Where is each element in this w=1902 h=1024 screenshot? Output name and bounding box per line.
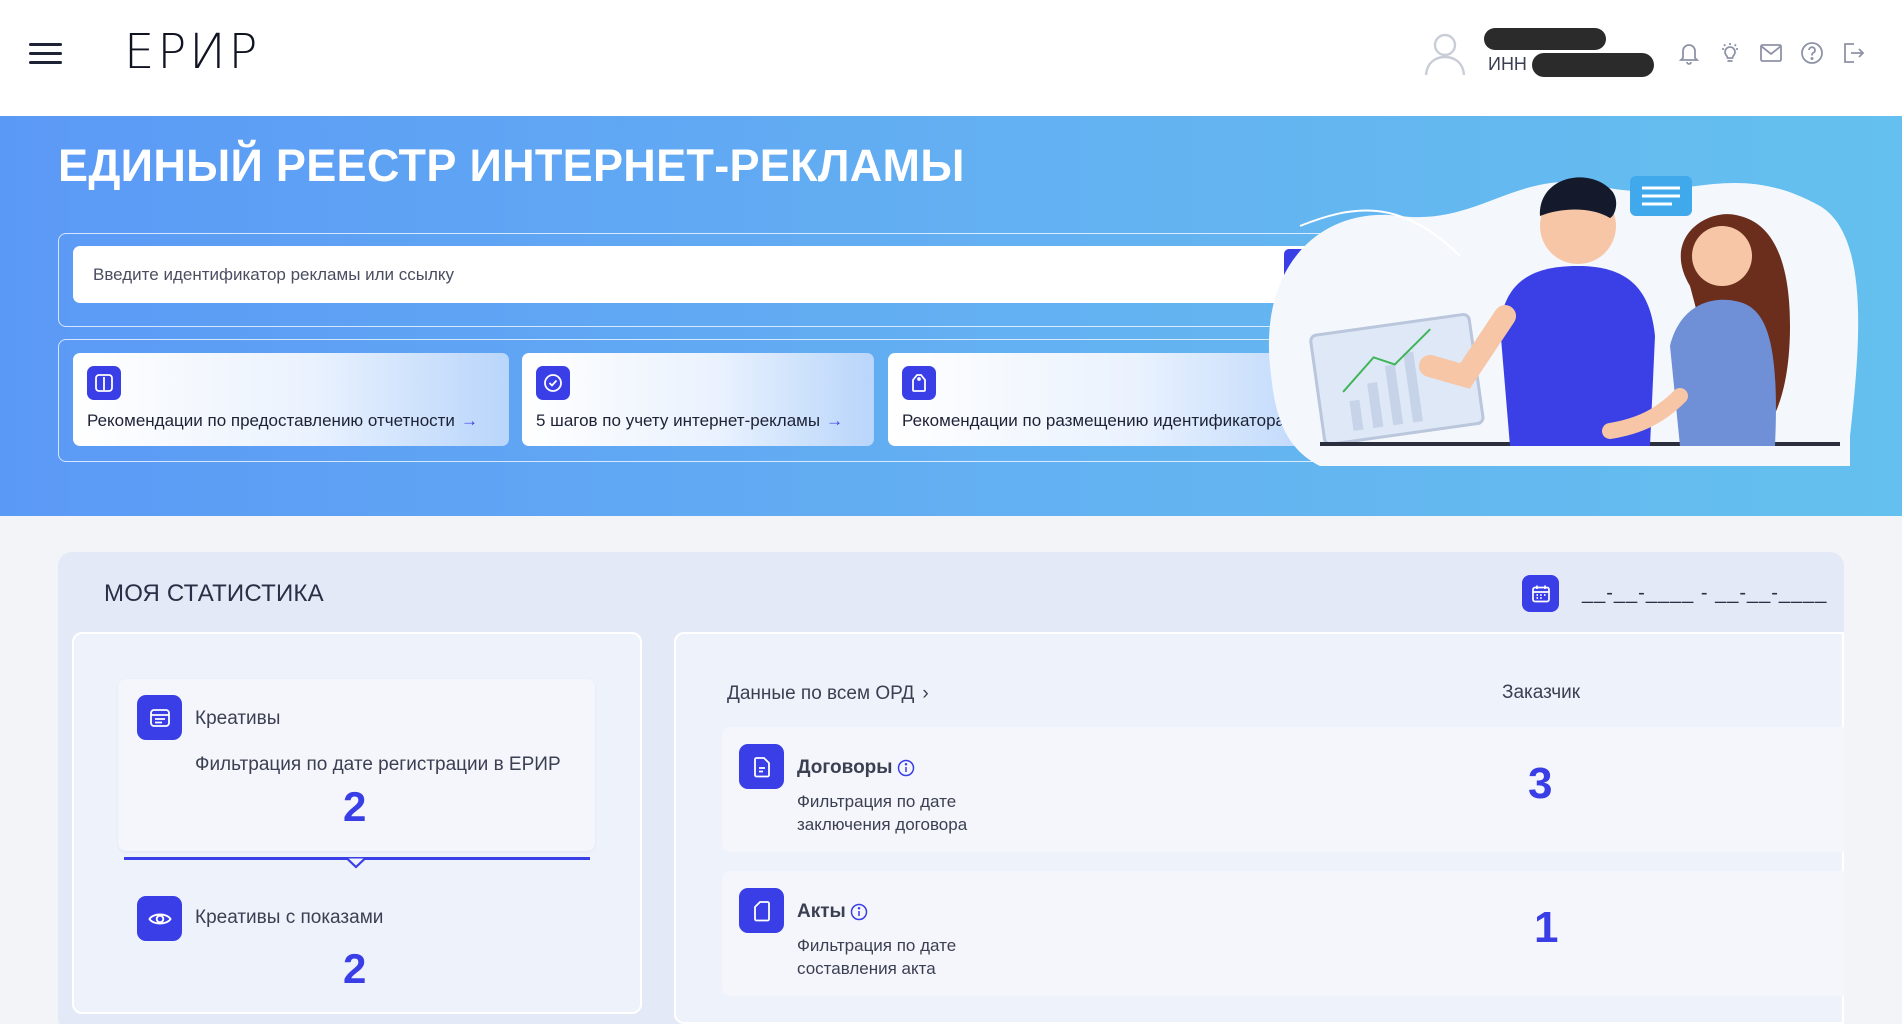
mail-icon[interactable] — [1758, 40, 1784, 66]
bell-icon[interactable] — [1676, 40, 1702, 66]
calendar-icon — [1531, 585, 1550, 602]
acts-row[interactable]: Акты Фильтрация по дате составления акта… — [722, 871, 1844, 996]
inn-value-redacted — [1532, 53, 1654, 77]
tag-icon — [902, 366, 936, 400]
header-actions — [1676, 40, 1866, 66]
contracts-title: Договоры — [797, 757, 915, 779]
all-ord-link[interactable]: Данные по всем ОРД › — [727, 683, 929, 705]
selected-notch — [347, 857, 365, 869]
check-circle-icon — [536, 366, 570, 400]
acts-count: 1 — [1534, 903, 1559, 952]
browser-window-icon — [137, 695, 182, 740]
date-picker-button[interactable] — [1522, 575, 1559, 612]
arrow-right-icon: → — [460, 411, 478, 430]
creatives-shown-label[interactable]: Креативы с показами — [195, 907, 383, 929]
creatives-shown-count: 2 — [343, 945, 367, 992]
search-box — [73, 246, 1330, 303]
creatives-card[interactable]: Креативы Фильтрация по дате регистрации … — [118, 679, 595, 851]
contracts-row[interactable]: Договоры Фильтрация по дате заключения д… — [722, 727, 1844, 852]
statistics-title: МОЯ СТАТИСТИКА — [104, 580, 324, 607]
date-range-input[interactable]: __-__-____ - __-__-____ — [1582, 582, 1827, 605]
eye-icon — [137, 896, 182, 941]
acts-title: Акты — [797, 901, 868, 923]
creatives-count: 2 — [343, 783, 367, 830]
logo[interactable]: ЕРИР — [124, 27, 260, 77]
link-card-five-steps[interactable]: 5 шагов по учету интернет-рекламы → — [522, 353, 874, 446]
contracts-filter: Фильтрация по дате заключения договора — [797, 792, 968, 834]
link-card-reporting[interactable]: Рекомендации по предоставлению отчетност… — [73, 353, 509, 446]
contracts-count: 3 — [1528, 759, 1553, 808]
acts-filter: Фильтрация по дате составления акта — [797, 936, 957, 978]
document-icon — [739, 744, 784, 789]
link-label: 5 шагов по учету интернет-рекламы → — [536, 411, 844, 430]
top-bar: ЕРИР ИНН — [0, 0, 1902, 116]
link-label: Рекомендации по размещению идентификатор… — [902, 411, 1308, 431]
inn-label: ИНН — [1488, 54, 1527, 74]
customer-column-header: Заказчик — [1502, 682, 1581, 703]
creatives-filter: Фильтрация по дате регистрации в ЕРИР — [195, 754, 561, 775]
page-title: ЕДИНЫЙ РЕЕСТР ИНТЕРНЕТ-РЕКЛАМЫ — [58, 140, 965, 191]
user-avatar-icon[interactable] — [1420, 28, 1470, 78]
info-icon[interactable] — [850, 903, 868, 921]
file-icon — [739, 888, 784, 933]
user-name-redacted — [1484, 28, 1606, 50]
menu-icon[interactable] — [29, 43, 62, 64]
creatives-label: Креативы — [195, 708, 281, 729]
hero-banner: ЕДИНЫЙ РЕЕСТР ИНТЕРНЕТ-РЕКЛАМЫ Рекоменда… — [0, 116, 1902, 516]
chevron-right-icon: › — [922, 683, 929, 704]
link-label: Рекомендации по предоставлению отчетност… — [87, 411, 478, 430]
lightbulb-icon[interactable] — [1717, 40, 1743, 66]
logout-icon[interactable] — [1840, 40, 1866, 66]
book-icon — [87, 366, 121, 400]
hero-illustration — [1268, 176, 1859, 467]
search-input[interactable] — [93, 246, 1253, 303]
arrow-right-icon: → — [826, 411, 844, 430]
info-icon[interactable] — [897, 759, 915, 777]
help-icon[interactable] — [1799, 40, 1825, 66]
